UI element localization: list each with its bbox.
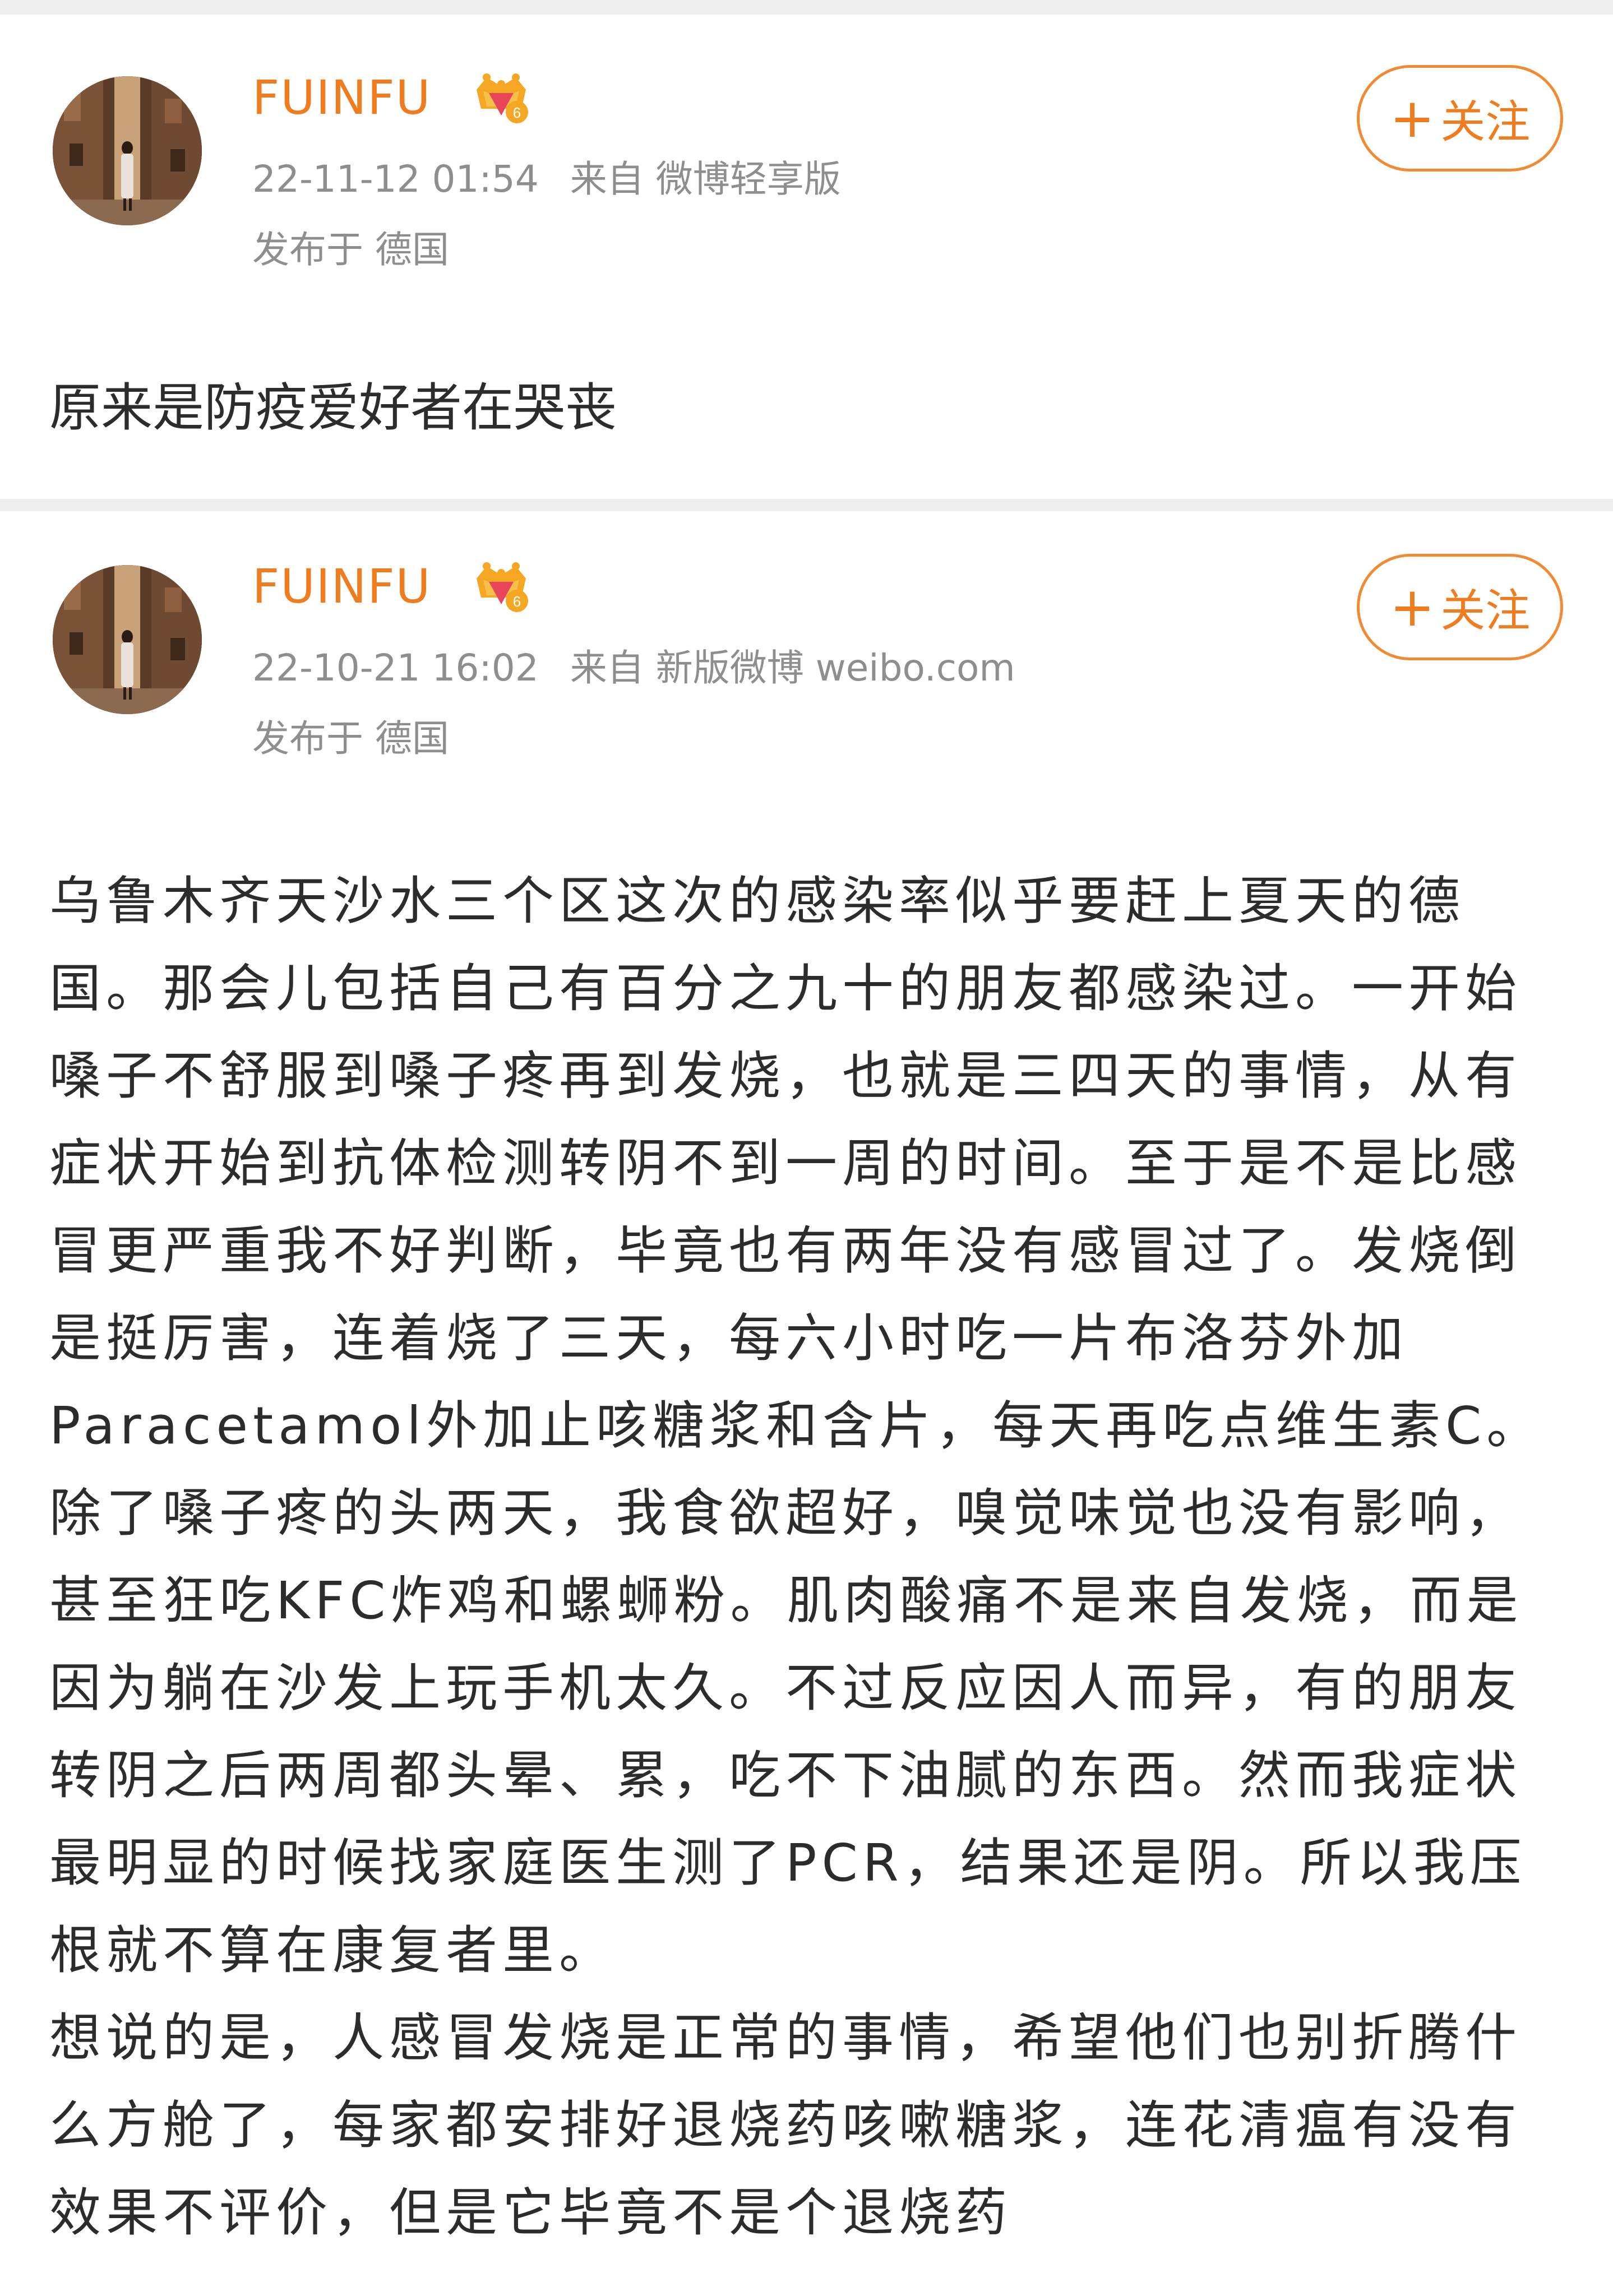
- post-source: 来自 新版微博 weibo.com: [570, 646, 1015, 689]
- post-timestamp: 22-10-21 16:02: [252, 646, 539, 689]
- svg-text:6: 6: [513, 593, 521, 610]
- top-divider: [0, 0, 1613, 15]
- username[interactable]: FUINFU: [252, 558, 431, 614]
- follow-label: 关注: [1440, 96, 1531, 148]
- post-timestamp: 22-11-12 01:54: [252, 158, 539, 201]
- plus-icon: +: [1389, 576, 1435, 638]
- username[interactable]: FUINFU: [252, 70, 431, 126]
- avatar[interactable]: [53, 76, 202, 225]
- weibo-post: FUINFU 6 22-10-21 16:02 来自 新版微博 weibo.com…: [0, 511, 1613, 2296]
- post-text: 原来是防疫爱好者在哭丧: [49, 378, 617, 438]
- post-text: 乌鲁木齐天沙水三个区这次的感染率似乎要赶上夏天的德国。那会儿包括自己有百分之九十…: [49, 858, 1563, 2257]
- post-paragraph: 想说的是，人感冒发烧是正常的事情，希望他们也别折腾什么方舱了，每家都安排好退烧药…: [49, 2008, 1522, 2243]
- post-meta: 22-11-12 01:54 来自 微博轻享版: [252, 157, 841, 202]
- follow-button[interactable]: + 关注: [1357, 65, 1563, 172]
- vip-crown-icon: 6: [472, 67, 530, 126]
- post-location: 发布于 德国: [252, 717, 449, 760]
- post-source: 来自 微博轻享版: [570, 158, 841, 201]
- svg-text:6: 6: [513, 104, 521, 121]
- post-meta: 22-10-21 16:02 来自 新版微博 weibo.com: [252, 646, 1015, 691]
- post-paragraph: 乌鲁木齐天沙水三个区这次的感染率似乎要赶上夏天的德国。那会儿包括自己有百分之九十…: [49, 871, 1543, 1980]
- avatar[interactable]: [53, 565, 202, 714]
- vip-crown-icon: 6: [472, 556, 530, 614]
- follow-button[interactable]: + 关注: [1357, 554, 1563, 660]
- plus-icon: +: [1389, 87, 1435, 150]
- post-divider: [0, 499, 1613, 511]
- follow-label: 关注: [1440, 585, 1531, 637]
- post-location: 发布于 德国: [252, 228, 449, 271]
- weibo-post: FUINFU 6 22-11-12 01:54 来自 微博轻享版 发布于 德国 +…: [0, 15, 1613, 499]
